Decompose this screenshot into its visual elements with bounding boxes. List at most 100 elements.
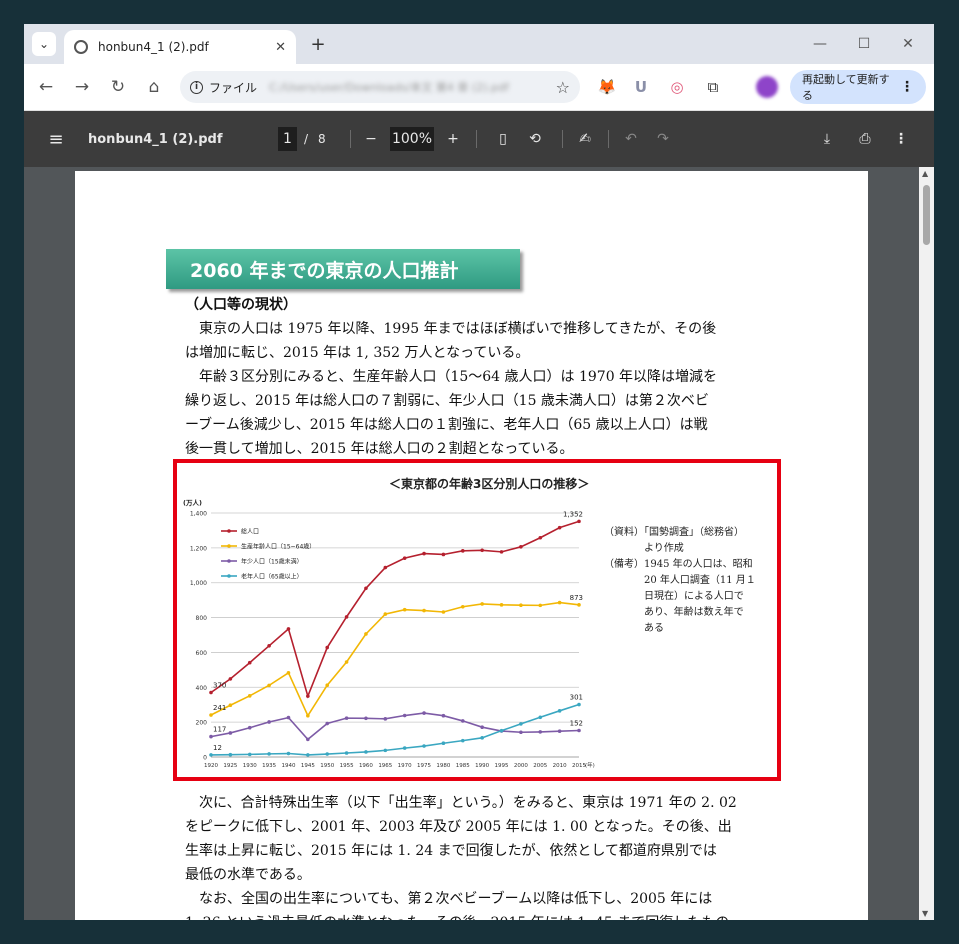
metamask-extension-icon[interactable]: 🦊 [596,76,618,98]
x-tick-label: 1960 [359,763,373,769]
data-point [286,627,291,631]
x-tick-label: 1920 [204,763,218,769]
data-point [480,736,484,740]
para3-line: 最低の水準である。 [185,867,311,883]
data-point [480,602,484,606]
x-tick-label: 1970 [398,763,412,769]
legend-marker [227,544,231,548]
data-point [460,719,465,723]
legend-label: 年少人口（15歳未満） [241,558,303,566]
data-label: 873 [570,594,583,602]
info-icon[interactable]: i [190,80,203,94]
data-point [422,744,426,748]
data-point [460,604,465,609]
data-point [306,694,310,698]
data-point [557,600,562,605]
x-axis-label: (年) [585,761,595,769]
new-tab-icon[interactable]: + [306,32,330,56]
scroll-up-icon[interactable]: ▲ [922,169,928,178]
data-point [247,725,252,730]
data-point [325,721,330,726]
more-options-icon[interactable]: ⋮ [892,127,910,151]
data-point [577,603,581,607]
tab-search-icon[interactable]: ⌄ [32,32,56,56]
hamburger-menu-icon[interactable]: ≡ [46,127,66,151]
tab-active[interactable]: honbun4_1 (2).pdf ✕ [64,30,296,64]
data-point [402,713,407,718]
y-tick-label: 1,000 [190,580,207,587]
zoom-in-icon[interactable]: + [444,127,462,151]
data-point [209,690,213,695]
chart-title: ＜東京都の年齢3区分別人口の推移＞ [389,477,590,491]
data-point [557,709,562,713]
back-icon[interactable]: ← [34,75,58,99]
download-icon[interactable]: ⤓ [818,127,836,151]
data-point [364,716,368,721]
annotate-pen-icon[interactable]: ✍ [576,127,594,151]
legend-label: 総人口 [241,528,259,536]
undo-icon[interactable]: ↶ [622,127,640,151]
data-point [460,738,465,743]
home-icon[interactable]: ⌂ [142,75,166,99]
data-point [519,730,523,735]
data-label: 301 [570,694,583,702]
minimize-icon[interactable]: — [808,32,832,56]
series-line [210,703,580,756]
extensions-puzzle-icon[interactable]: ⧉ [702,76,724,98]
data-point [441,713,446,718]
menu-dots-icon[interactable]: ⋮ [900,79,914,95]
total-pages: 8 [318,132,326,146]
address-url[interactable]: C:/Users/user/Downloads/本文 第4 章 (2).pdf [269,79,550,95]
data-point [422,608,426,613]
data-point [402,607,407,612]
relaunch-update-label: 再起動して更新する [802,73,890,102]
legend-marker [227,529,231,533]
data-point [267,683,271,688]
data-point [228,731,233,735]
page-number-input[interactable]: 1 [278,127,297,151]
x-tick-label: 1965 [378,763,392,769]
pdf-viewer[interactable]: 2060 年までの東京の人口推計 （人口等の現状） 東京の人口は 1975 年以… [24,167,934,920]
scroll-down-icon[interactable]: ▼ [922,909,928,918]
data-label: 152 [570,720,583,728]
para3-line: をピークに低下し、2001 年、2003 年及び 2005 年には 1. 00 … [185,819,732,835]
data-point [422,711,426,715]
zoom-out-icon[interactable]: − [362,127,380,151]
redo-icon[interactable]: ↷ [654,127,672,151]
zoom-input[interactable]: 100% [390,127,434,151]
close-icon[interactable]: ✕ [275,40,286,55]
profile-avatar[interactable] [756,76,778,98]
pdf-toolbar: ≡ honbun4_1 (2).pdf 1 / 8 − 100% + ▯ ⟲ ✍… [24,111,934,167]
data-point [499,550,504,554]
pdf-page: 2060 年までの東京の人口推計 （人口等の現状） 東京の人口は 1975 年以… [75,171,868,920]
para3-line: 生率は上昇に転じ、2015 年には 1. 24 まで回復したが、依然として都道府… [185,843,717,859]
scrollbar-thumb[interactable] [923,185,930,245]
x-tick-label: 1990 [475,763,489,769]
x-tick-label: 1980 [436,763,450,769]
browser-window: ⌄ honbun4_1 (2).pdf ✕ + — ☐ ✕ ← → ↻ ⌂ i … [24,24,934,920]
rotate-icon[interactable]: ⟲ [526,127,544,151]
window-close-icon[interactable]: ✕ [896,32,920,56]
data-point [325,683,330,687]
reload-icon[interactable]: ↻ [106,75,130,99]
data-point [286,751,291,756]
address-bar[interactable]: i ファイル C:/Users/user/Downloads/本文 第4 章 (… [180,71,580,103]
data-point [364,632,368,636]
forward-icon[interactable]: → [70,75,94,99]
data-point [480,548,484,553]
bookmark-star-icon[interactable]: ☆ [556,78,570,97]
x-tick-label: 2005 [533,763,547,769]
para2-line: 繰り返し、2015 年は総人口の７割弱に、年少人口（15 歳未満人口）は第２次ベ… [185,393,709,409]
u-extension-icon[interactable]: U [630,76,652,98]
data-point [267,752,271,756]
data-point [286,715,291,720]
camera-extension-icon[interactable]: ◎ [666,76,688,98]
print-icon[interactable]: ⎙ [856,127,874,151]
vertical-scrollbar[interactable]: ▲ ▼ [919,167,934,920]
maximize-icon[interactable]: ☐ [852,32,876,56]
globe-icon [74,40,88,54]
fit-page-icon[interactable]: ▯ [494,127,512,151]
para3-line: 次に、合計特殊出生率（以下「出生率」という。）をみると、東京は 1971 年の … [185,795,737,811]
relaunch-update-button[interactable]: 再起動して更新する ⋮ [790,70,926,104]
data-point [325,752,330,756]
